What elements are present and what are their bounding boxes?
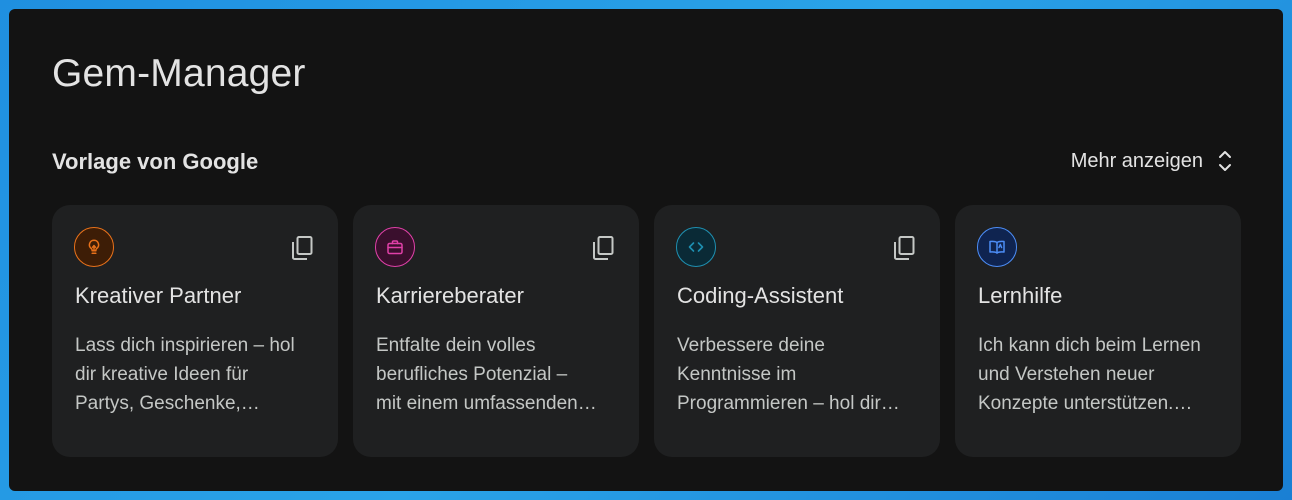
lightbulb-icon bbox=[74, 227, 114, 267]
gem-card-description: Entfalte dein volles berufliches Potenzi… bbox=[376, 335, 597, 414]
show-more-label: Mehr anzeigen bbox=[1070, 149, 1203, 172]
section-title: Vorlage von Google bbox=[52, 149, 259, 174]
gem-card-description: Lass dich inspirieren – hol dir kreative… bbox=[75, 335, 295, 414]
copy-gem-button[interactable] bbox=[290, 235, 314, 261]
book-icon bbox=[977, 227, 1017, 267]
gem-card-description: Ich kann dich beim Lernen und Verstehen … bbox=[978, 335, 1201, 414]
gem-card-kreativer-partner[interactable]: Kreativer Partner Lass dich inspirieren … bbox=[52, 205, 338, 457]
expand-chevron-icon bbox=[1219, 151, 1231, 171]
gem-cards-list: Kreativer Partner Lass dich inspirieren … bbox=[52, 205, 1241, 457]
gem-card-title: Lernhilfe bbox=[978, 283, 1063, 308]
page-title: Gem-Manager bbox=[52, 52, 306, 95]
copy-gem-button[interactable] bbox=[892, 235, 916, 261]
gem-card-lernhilfe[interactable]: Lernhilfe Ich kann dich beim Lernen und … bbox=[955, 205, 1241, 457]
code-icon bbox=[676, 227, 716, 267]
gem-manager-panel: Gem-Manager Vorlage von Google Mehr anze… bbox=[9, 9, 1283, 491]
copy-icon bbox=[894, 236, 915, 260]
show-more-button[interactable]: Mehr anzeigen bbox=[1071, 148, 1233, 174]
copy-gem-button[interactable] bbox=[591, 235, 615, 261]
gem-card-coding-assistent[interactable]: Coding-Assistent Verbessere deine Kenntn… bbox=[654, 205, 940, 457]
gem-card-description: Verbessere deine Kenntnisse im Programmi… bbox=[677, 335, 900, 414]
copy-icon bbox=[593, 236, 614, 260]
gem-card-title: Karriereberater bbox=[376, 283, 524, 308]
gem-card-karriereberater[interactable]: Karriereberater Entfalte dein volles ber… bbox=[353, 205, 639, 457]
gem-card-title: Kreativer Partner bbox=[75, 283, 242, 308]
gem-card-title: Coding-Assistent bbox=[677, 283, 844, 308]
briefcase-icon bbox=[375, 227, 415, 267]
copy-icon bbox=[292, 236, 313, 260]
